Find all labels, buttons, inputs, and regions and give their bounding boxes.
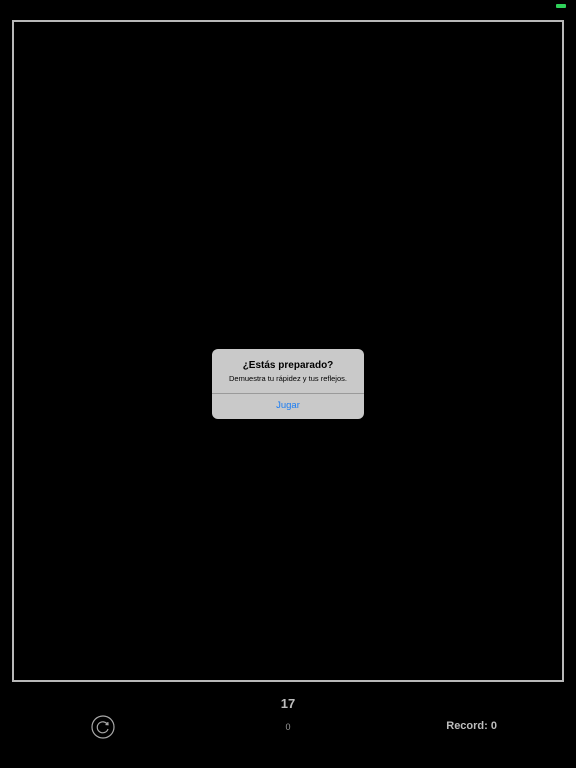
alert-title: ¿Estás preparado? [242,360,334,371]
timer-value: 17 [280,696,296,711]
play-button[interactable]: Jugar [212,394,364,419]
alert-message: Demuestra tu rápidez y tus reflejos. [229,374,347,383]
start-alert: ¿Estás preparado? Demuestra tu rápidez y… [212,349,364,419]
record-label: Record: [446,720,488,732]
record-display: Record: 0 [446,720,497,732]
game-screen: ¿Estás preparado? Demuestra tu rápidez y… [0,0,576,768]
record-value: 0 [490,720,497,732]
battery-icon [556,4,566,8]
